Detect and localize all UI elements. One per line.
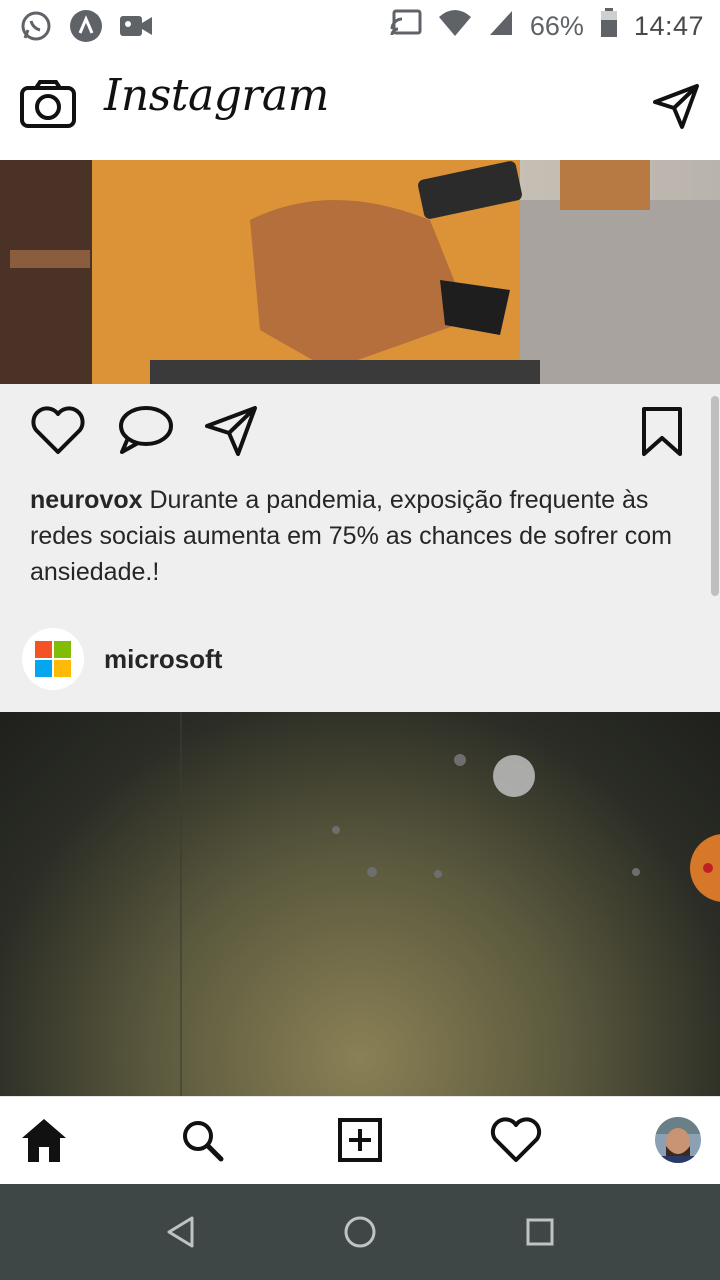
add-post-icon[interactable]	[334, 1114, 386, 1166]
recents-icon[interactable]	[516, 1208, 564, 1256]
status-left-icons	[18, 8, 154, 44]
video-camera-icon	[118, 8, 154, 44]
cellular-signal-icon	[488, 9, 514, 44]
whatsapp-icon	[18, 8, 54, 44]
bookmark-icon[interactable]	[640, 406, 684, 463]
camera-icon[interactable]	[20, 80, 76, 133]
profile-avatar[interactable]	[652, 1114, 704, 1166]
status-right-icons: 66% 14:47	[390, 8, 704, 45]
post-author-name[interactable]: microsoft	[104, 644, 222, 675]
instagram-logo[interactable]: Instagram	[104, 70, 329, 121]
activity-heart-icon[interactable]	[490, 1114, 542, 1166]
search-icon[interactable]	[176, 1114, 228, 1166]
post-actions	[30, 404, 258, 461]
post-image[interactable]	[0, 160, 720, 384]
microsoft-avatar[interactable]	[22, 628, 84, 690]
home-icon[interactable]	[18, 1114, 70, 1166]
caption-username[interactable]: neurovox	[30, 486, 143, 514]
post-caption: neurovox Durante a pandemia, exposição f…	[30, 482, 690, 590]
battery-icon	[600, 8, 618, 45]
like-heart-icon[interactable]	[30, 404, 86, 461]
home-circle-icon[interactable]	[336, 1208, 384, 1256]
post-image-microsoft[interactable]	[0, 712, 720, 1096]
direct-send-icon[interactable]	[652, 82, 700, 135]
share-send-icon[interactable]	[204, 404, 258, 461]
battery-percent: 66%	[529, 11, 584, 41]
scrollbar[interactable]	[711, 396, 719, 596]
back-icon[interactable]	[156, 1208, 204, 1256]
comment-icon[interactable]	[116, 404, 174, 461]
wifi-icon	[438, 9, 472, 44]
status-bar: 66% 14:47	[0, 0, 720, 52]
clock: 14:47	[633, 11, 704, 41]
cast-icon	[390, 9, 422, 44]
app-notification-icon	[68, 8, 104, 44]
